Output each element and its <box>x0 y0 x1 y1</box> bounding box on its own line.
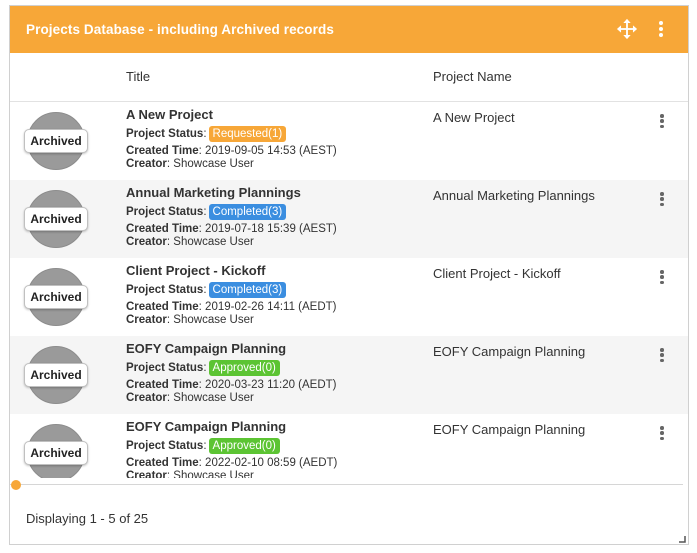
list-item[interactable]: Archived EOFY Campaign Planning Project … <box>10 336 688 414</box>
scrollbar-handle[interactable] <box>11 480 21 490</box>
creator-line: Creator: Showcase User <box>126 236 254 248</box>
more-vertical-icon[interactable] <box>654 19 668 39</box>
project-title[interactable]: EOFY Campaign Planning <box>126 419 286 434</box>
move-icon[interactable] <box>616 18 638 40</box>
project-title[interactable]: A New Project <box>126 107 213 122</box>
creator: Showcase User <box>173 470 254 478</box>
project-status-line: Project Status: Approved(0) <box>126 360 280 376</box>
panel-header: Projects Database - including Archived r… <box>10 6 688 53</box>
list-item[interactable]: Archived A New Project Project Status: Re… <box>10 102 688 180</box>
column-header-title[interactable]: Title <box>126 69 150 84</box>
row-menu-icon[interactable] <box>658 190 666 208</box>
archived-badge: Archived <box>24 343 88 407</box>
project-name: Annual Marketing Plannings <box>433 188 595 203</box>
created-time-line: Created Time: 2022-02-10 08:59 (AEDT) <box>126 457 338 469</box>
created-time-line: Created Time: 2019-09-05 14:53 (AEST) <box>126 145 337 157</box>
creator: Showcase User <box>173 236 254 248</box>
archived-badge: Archived <box>24 109 88 173</box>
archived-badge: Archived <box>24 421 88 478</box>
creator-line: Creator: Showcase User <box>126 470 254 478</box>
created-time: 2019-07-18 15:39 (AEST) <box>205 223 337 235</box>
project-title[interactable]: EOFY Campaign Planning <box>126 341 286 356</box>
projects-panel: Projects Database - including Archived r… <box>9 5 689 545</box>
project-title[interactable]: Client Project - Kickoff <box>126 263 265 278</box>
column-header-project-name[interactable]: Project Name <box>433 69 512 84</box>
created-time-line: Created Time: 2019-07-18 15:39 (AEST) <box>126 223 337 235</box>
list-item[interactable]: Archived EOFY Campaign Planning Project … <box>10 414 688 478</box>
project-name: Client Project - Kickoff <box>433 266 561 281</box>
creator-line: Creator: Showcase User <box>126 314 254 326</box>
creator: Showcase User <box>173 392 254 404</box>
resize-handle-icon[interactable] <box>678 535 686 543</box>
project-status-line: Project Status: Completed(3) <box>126 282 287 298</box>
creator-line: Creator: Showcase User <box>126 158 254 170</box>
project-list: Archived A New Project Project Status: Re… <box>10 102 688 478</box>
creator: Showcase User <box>173 158 254 170</box>
archived-badge: Archived <box>24 265 88 329</box>
status-badge: Approved(0) <box>208 438 280 454</box>
project-name: EOFY Campaign Planning <box>433 344 586 359</box>
project-status-line: Project Status: Approved(0) <box>126 438 280 454</box>
list-item[interactable]: Archived Annual Marketing Plannings Proj… <box>10 180 688 258</box>
created-time-line: Created Time: 2020-03-23 11:20 (AEDT) <box>126 379 337 391</box>
status-badge: Completed(3) <box>208 282 287 298</box>
status-badge: Completed(3) <box>208 204 287 220</box>
horizontal-scrollbar[interactable] <box>10 484 683 485</box>
project-name: EOFY Campaign Planning <box>433 422 586 437</box>
row-menu-icon[interactable] <box>658 346 666 364</box>
created-time: 2020-03-23 11:20 (AEDT) <box>205 379 337 391</box>
list-item[interactable]: Archived Client Project - Kickoff Projec… <box>10 258 688 336</box>
created-time: 2019-02-26 14:11 (AEDT) <box>205 301 337 313</box>
creator-line: Creator: Showcase User <box>126 392 254 404</box>
created-time: 2019-09-05 14:53 (AEST) <box>205 145 337 157</box>
paging-info: Displaying 1 - 5 of 25 <box>26 511 149 526</box>
created-time: 2022-02-10 08:59 (AEDT) <box>205 457 338 469</box>
status-badge: Requested(1) <box>208 126 287 142</box>
row-menu-icon[interactable] <box>658 268 666 286</box>
project-name: A New Project <box>433 110 515 125</box>
column-headers: Title Project Name <box>10 53 688 102</box>
row-menu-icon[interactable] <box>658 424 666 442</box>
panel-title: Projects Database - including Archived r… <box>26 22 334 37</box>
status-badge: Approved(0) <box>208 360 280 376</box>
project-status-line: Project Status: Requested(1) <box>126 126 287 142</box>
project-status-line: Project Status: Completed(3) <box>126 204 287 220</box>
creator: Showcase User <box>173 314 254 326</box>
created-time-line: Created Time: 2019-02-26 14:11 (AEDT) <box>126 301 337 313</box>
row-menu-icon[interactable] <box>658 112 666 130</box>
project-title[interactable]: Annual Marketing Plannings <box>126 185 301 200</box>
archived-badge: Archived <box>24 187 88 251</box>
